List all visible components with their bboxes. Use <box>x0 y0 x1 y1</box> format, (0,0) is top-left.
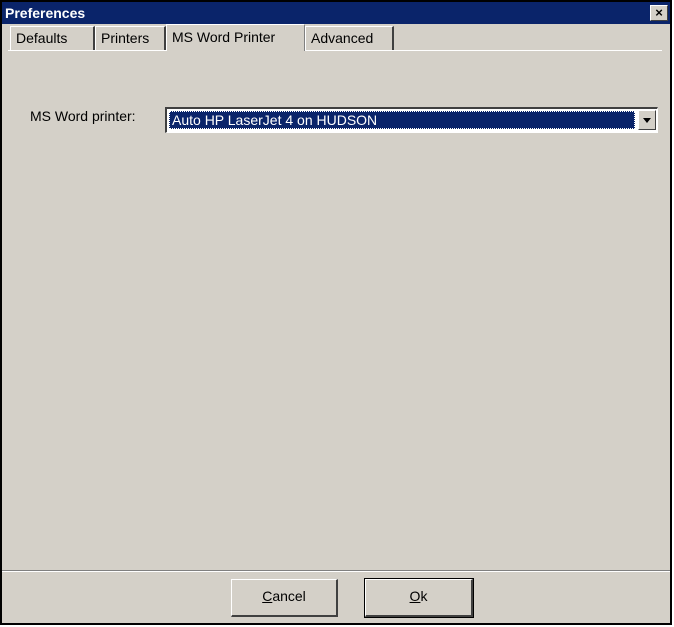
tab-advanced-label: Advanced <box>311 30 374 46</box>
tab-printers[interactable]: Printers <box>95 26 166 50</box>
window-title: Preferences <box>5 5 86 21</box>
button-area-separator <box>2 570 670 572</box>
tab-printers-label: Printers <box>101 30 150 46</box>
ms-word-printer-label: MS Word printer: <box>30 108 136 124</box>
tab-ms-word-printer[interactable]: MS Word Printer <box>166 24 305 51</box>
title-bar[interactable]: Preferences × <box>2 2 670 24</box>
tab-defaults[interactable]: Defaults <box>10 26 95 50</box>
cancel-button[interactable]: Cancel <box>231 579 338 617</box>
cancel-label-rest: ancel <box>272 588 306 604</box>
cancel-mnemonic: C <box>262 588 273 604</box>
ok-mnemonic: O <box>409 588 421 604</box>
preferences-dialog: Preferences × Defaults Printers MS Word … <box>0 0 672 625</box>
ok-label-rest: k <box>420 588 428 604</box>
tab-advanced[interactable]: Advanced <box>305 26 394 50</box>
tab-bar: Defaults Printers MS Word Printer Advanc… <box>8 24 670 51</box>
ok-button[interactable]: Ok <box>364 578 474 618</box>
tab-defaults-label: Defaults <box>16 30 68 46</box>
chevron-down-icon[interactable] <box>638 110 656 130</box>
ms-word-printer-selected-value[interactable]: Auto HP LaserJet 4 on HUDSON <box>169 111 635 129</box>
ms-word-printer-select[interactable]: Auto HP LaserJet 4 on HUDSON <box>165 107 658 133</box>
close-icon[interactable]: × <box>650 5 668 21</box>
tab-ms-word-printer-label: MS Word Printer <box>172 29 276 45</box>
